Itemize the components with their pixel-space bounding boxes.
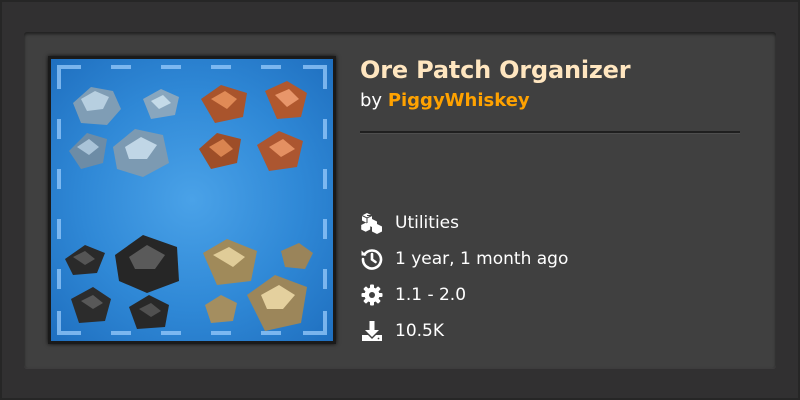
divider bbox=[360, 131, 740, 134]
iron-ore-icon bbox=[69, 87, 179, 177]
page-background: Ore Patch Organizer by PiggyWhiskey Util… bbox=[0, 0, 800, 400]
mod-info: Ore Patch Organizer by PiggyWhiskey bbox=[360, 54, 740, 115]
category-row: Utilities bbox=[360, 205, 740, 241]
mod-meta-list: Utilities 1 year, 1 month ago 1.1 - 2.0 … bbox=[360, 205, 740, 349]
author-link[interactable]: PiggyWhiskey bbox=[388, 90, 530, 111]
mod-byline: by PiggyWhiskey bbox=[360, 87, 740, 115]
copper-ore-icon bbox=[199, 81, 307, 171]
coal-ore-icon bbox=[65, 235, 179, 329]
download-icon bbox=[360, 319, 384, 343]
cubes-icon bbox=[360, 211, 384, 235]
gear-icon bbox=[360, 283, 384, 307]
ore-patches-illustration bbox=[57, 65, 327, 335]
mod-card[interactable]: Ore Patch Organizer by PiggyWhiskey Util… bbox=[24, 32, 776, 368]
by-label: by bbox=[360, 90, 383, 111]
downloads-label: 10.5K bbox=[395, 321, 444, 341]
updated-row: 1 year, 1 month ago bbox=[360, 241, 740, 277]
mod-title[interactable]: Ore Patch Organizer bbox=[360, 54, 740, 86]
stone-ore-icon bbox=[203, 239, 313, 331]
mod-thumbnail-frame[interactable] bbox=[48, 56, 336, 344]
history-icon bbox=[360, 247, 384, 271]
updated-label: 1 year, 1 month ago bbox=[395, 249, 569, 269]
ore-patches-thumbnail bbox=[51, 59, 333, 341]
version-label: 1.1 - 2.0 bbox=[395, 285, 467, 305]
version-row: 1.1 - 2.0 bbox=[360, 277, 740, 313]
downloads-row: 10.5K bbox=[360, 313, 740, 349]
category-label[interactable]: Utilities bbox=[395, 213, 459, 233]
